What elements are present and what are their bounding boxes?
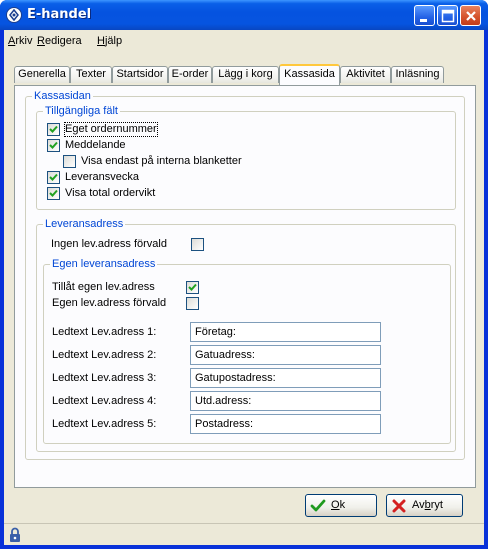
app-logo-icon	[6, 7, 22, 23]
close-button[interactable]	[460, 5, 481, 26]
visa-endast-interna-checkbox[interactable]	[63, 155, 76, 168]
kassasidan-group: Kassasidan Tillgängliga fält Eget ordern…	[25, 90, 465, 460]
egen-leveransadress-title: Egen leveransadress	[50, 258, 158, 270]
kassasidan-group-title: Kassasidan	[32, 90, 93, 102]
ledtext-label-5: Ledtext Lev.adress 5:	[52, 418, 157, 430]
leveransvecka-label: Leveransvecka	[65, 171, 139, 183]
egen-lev-adress-forvald-checkbox[interactable]	[186, 297, 199, 310]
ledtext-input-4[interactable]	[190, 391, 381, 411]
available-fields-title: Tillgängliga fält	[43, 105, 120, 117]
leveransvecka-checkbox[interactable]	[47, 171, 60, 184]
visa-endast-interna-label: Visa endast på interna blanketter	[81, 155, 242, 167]
egen-leveransadress-group: Egen leveransadress Tillåt egen lev.adre…	[43, 258, 451, 444]
lock-icon	[10, 527, 20, 542]
visa-total-ordervikt-label: Visa total ordervikt	[65, 187, 156, 199]
leveransadress-group: Leveransadress Ingen lev.adress förvald …	[36, 218, 456, 452]
meddelande-checkbox[interactable]	[47, 139, 60, 152]
ledtext-label-3: Ledtext Lev.adress 3:	[52, 372, 157, 384]
ledtext-input-3[interactable]	[190, 368, 381, 388]
window-title: E-handel	[27, 7, 92, 22]
status-bar	[4, 523, 484, 545]
ingen-lev-adress-label: Ingen lev.adress förvald	[51, 238, 167, 250]
visa-total-ordervikt-checkbox[interactable]	[47, 187, 60, 200]
ingen-lev-adress-checkbox[interactable]	[191, 238, 204, 251]
tillat-egen-lev-adress-checkbox[interactable]	[186, 281, 199, 294]
egen-lev-adress-forvald-label: Egen lev.adress förvald	[52, 297, 167, 309]
cancel-button[interactable]: Avbryt	[386, 494, 463, 517]
x-icon	[392, 499, 406, 513]
ledtext-label-1: Ledtext Lev.adress 1:	[52, 326, 157, 338]
app-window: E-handel Arkiv Redigera Hjälp Generella …	[0, 0, 488, 549]
tillat-egen-lev-adress-label: Tillåt egen lev.adress	[52, 281, 155, 293]
meddelande-label: Meddelande	[65, 139, 126, 151]
tab-kassasida[interactable]: Kassasida	[279, 64, 340, 85]
title-bar[interactable]: E-handel	[0, 0, 488, 30]
eget-ordernummer-label: Eget ordernummer	[64, 122, 158, 137]
ledtext-input-2[interactable]	[190, 345, 381, 365]
tab-panel: Kassasidan Tillgängliga fält Eget ordern…	[14, 85, 476, 488]
tab-lagg-i-korg[interactable]: Lägg i korg	[212, 66, 279, 83]
menu-arkiv[interactable]: Arkiv	[8, 35, 32, 47]
tab-inlasning[interactable]: Inläsning	[391, 66, 444, 83]
tab-generella[interactable]: Generella	[14, 66, 70, 83]
ledtext-label-2: Ledtext Lev.adress 2:	[52, 349, 157, 361]
menu-redigera[interactable]: Redigera	[37, 35, 82, 47]
ledtext-input-5[interactable]	[190, 414, 381, 434]
maximize-button[interactable]	[437, 5, 458, 26]
ledtext-label-4: Ledtext Lev.adress 4:	[52, 395, 157, 407]
checkmark-icon	[310, 499, 326, 512]
menu-hjalp[interactable]: Hjälp	[97, 35, 122, 47]
tab-startsidor[interactable]: Startsidor	[112, 66, 168, 83]
ledtext-input-1[interactable]	[190, 322, 381, 342]
eget-ordernummer-checkbox[interactable]	[47, 123, 60, 136]
tab-texter[interactable]: Texter	[70, 66, 112, 83]
ok-button[interactable]: Ok	[305, 494, 377, 517]
menu-bar: Arkiv Redigera Hjälp	[4, 30, 484, 52]
window-client: Arkiv Redigera Hjälp Generella Texter St…	[4, 30, 484, 545]
minimize-button[interactable]	[414, 5, 435, 26]
tab-aktivitet[interactable]: Aktivitet	[340, 66, 391, 83]
leveransadress-title: Leveransadress	[43, 218, 126, 230]
tab-e-order[interactable]: E-order	[168, 66, 212, 83]
available-fields-group: Tillgängliga fält Eget ordernummer Medde…	[36, 105, 456, 210]
